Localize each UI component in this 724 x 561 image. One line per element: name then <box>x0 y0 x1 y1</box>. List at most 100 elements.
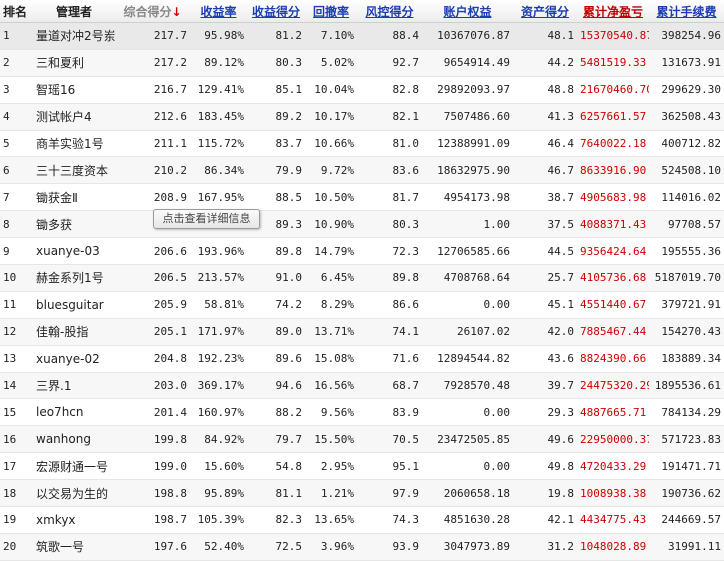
cell-equity: 3047973.89 <box>422 533 513 561</box>
cell-return-score: 74.2 <box>247 291 305 319</box>
cell-drawdown: 8.29% <box>305 291 357 319</box>
header-return-rate[interactable]: 收益率 <box>190 0 247 23</box>
cell-manager[interactable]: bluesguitar <box>33 291 115 319</box>
cell-manager[interactable]: 三十三度资本 <box>33 156 115 185</box>
cell-drawdown: 2.95% <box>305 452 357 481</box>
cell-return-rate: 192.23% <box>190 345 247 373</box>
cell-score: 217.7 <box>115 22 190 50</box>
table-row[interactable]: 13 xuanye-02 204.8 192.23% 89.6 15.08% 71.6 128… <box>0 345 724 373</box>
cell-cum-pnl: 5481519.33 <box>577 49 649 77</box>
cell-asset-score: 48.1 <box>513 22 577 50</box>
cell-equity: 18632975.90 <box>422 156 513 185</box>
table-row[interactable]: 7 锄获金Ⅱ 208.9 167.95% 88.5 10.50% 81.7 4954173.9… <box>0 183 724 212</box>
table-row[interactable]: 14 三界.1 203.0 369.17% 94.6 16.56% 68.7 7928570.… <box>0 372 724 400</box>
cell-risk-score: 81.7 <box>357 183 422 212</box>
cell-cum-fee: 398254.96 <box>649 22 724 50</box>
table-row[interactable]: 20 筑歌一号 197.6 52.40% 72.5 3.96% 93.9 3047973.89… <box>0 533 724 561</box>
table-row[interactable]: 15 leo7hcn 201.4 160.97% 88.2 9.56% 83.9 0.00 29… <box>0 398 724 427</box>
cell-manager[interactable]: xuanye-03 <box>33 237 115 266</box>
table-row[interactable]: 16 wanhong 199.8 84.92% 79.7 15.50% 70.5 234725… <box>0 425 724 454</box>
cell-manager[interactable]: 宏源财通一号 <box>33 452 115 481</box>
cell-rank: 9 <box>0 237 33 266</box>
cell-manager[interactable]: 赫金系列1号 <box>33 264 115 292</box>
cell-cum-fee: 400712.82 <box>649 130 724 158</box>
cell-manager[interactable]: leo7hcn <box>33 398 115 427</box>
cell-risk-score: 80.3 <box>357 210 422 239</box>
cell-equity: 9654914.49 <box>422 49 513 77</box>
header-cum-fee[interactable]: 累计手续费 <box>649 0 724 23</box>
cell-manager[interactable]: wanhong <box>33 425 115 454</box>
cell-return-rate: 86.34% <box>190 156 247 185</box>
cell-return-rate: 52.40% <box>190 533 247 561</box>
cell-manager[interactable]: 三界.1 <box>33 372 115 400</box>
table-row[interactable]: 2 三和夏利 217.2 89.12% 80.3 5.02% 92.7 9654914.49 4… <box>0 49 724 77</box>
cell-drawdown: 9.72% <box>305 156 357 185</box>
cell-cum-fee: 524508.10 <box>649 156 724 185</box>
table-row[interactable]: 10 赫金系列1号 206.5 213.57% 91.0 6.45% 89.8 4708768… <box>0 264 724 292</box>
table-row[interactable]: 1 量道对冲2号岽 217.7 95.98% 81.2 7.10% 88.4 10367076… <box>0 22 724 50</box>
header-equity[interactable]: 账户权益 <box>422 0 513 23</box>
cell-manager[interactable]: 量道对冲2号岽 <box>33 22 115 50</box>
cell-manager[interactable]: 锄获金Ⅱ <box>33 183 115 212</box>
cell-cum-pnl: 4905683.98 <box>577 183 649 212</box>
header-return-score[interactable]: 收益得分 <box>247 0 305 23</box>
cell-manager[interactable]: xmkyx <box>33 506 115 534</box>
header-asset-score[interactable]: 资产得分 <box>513 0 577 23</box>
cell-drawdown: 15.50% <box>305 425 357 454</box>
cell-rank: 14 <box>0 372 33 400</box>
table-row[interactable]: 3 智瑶16 216.7 129.41% 85.1 10.04% 82.8 29892093.… <box>0 76 724 104</box>
table-row[interactable]: 12 佳翰-股指 205.1 171.97% 89.0 13.71% 74.1 26107.0… <box>0 318 724 346</box>
table-row[interactable]: 11 bluesguitar 205.9 58.81% 74.2 8.29% 86.6 0.0… <box>0 291 724 319</box>
table-row[interactable]: 17 宏源财通一号 199.0 15.60% 54.8 2.95% 95.1 0.00 49.8… <box>0 452 724 481</box>
cell-equity: 7507486.60 <box>422 103 513 131</box>
cell-manager[interactable]: 佳翰-股指 <box>33 318 115 346</box>
cell-rank: 7 <box>0 183 33 212</box>
cell-equity: 4954173.98 <box>422 183 513 212</box>
cell-equity: 7928570.48 <box>422 372 513 400</box>
cell-manager[interactable]: 以交易为生的 <box>33 479 115 508</box>
cell-return-rate: 105.39% <box>190 506 247 534</box>
table-row[interactable]: 6 三十三度资本 210.2 86.34% 79.9 9.72% 83.6 18632975.… <box>0 156 724 185</box>
cell-risk-score: 89.8 <box>357 264 422 292</box>
table-row[interactable]: 9 xuanye-03 206.6 193.96% 89.8 14.79% 72.3 1270… <box>0 237 724 266</box>
cell-return-rate: 369.17% <box>190 372 247 400</box>
table-row[interactable]: 18 以交易为生的 198.8 95.89% 81.1 1.21% 97.9 2060658.… <box>0 479 724 508</box>
cell-cum-pnl: 4720433.29 <box>577 452 649 481</box>
cell-return-rate: 167.95% <box>190 183 247 212</box>
cell-manager[interactable]: 商羊实验1号 <box>33 130 115 158</box>
header-rank: 排名 <box>0 0 33 23</box>
cell-asset-score: 39.7 <box>513 372 577 400</box>
cell-drawdown: 13.71% <box>305 318 357 346</box>
cell-manager[interactable]: 智瑶16 <box>33 76 115 104</box>
header-cum-pnl[interactable]: 累计净盈亏 <box>577 0 649 23</box>
cell-cum-fee: 97708.57 <box>649 210 724 239</box>
cell-cum-fee: 379721.91 <box>649 291 724 319</box>
cell-risk-score: 68.7 <box>357 372 422 400</box>
table-row[interactable]: 4 测试帐户4 212.6 183.45% 89.2 10.17% 82.1 7507486.… <box>0 103 724 131</box>
cell-asset-score: 42.1 <box>513 506 577 534</box>
cell-cum-fee: 784134.29 <box>649 398 724 427</box>
cell-risk-score: 74.3 <box>357 506 422 534</box>
cell-cum-fee: 183889.34 <box>649 345 724 373</box>
cell-drawdown: 5.02% <box>305 49 357 77</box>
cell-manager[interactable]: 测试帐户4 <box>33 103 115 131</box>
table-row[interactable]: 19 xmkyx 198.7 105.39% 82.3 13.65% 74.3 4851630… <box>0 506 724 534</box>
cell-manager[interactable]: 筑歌一号 <box>33 533 115 561</box>
cell-risk-score: 92.7 <box>357 49 422 77</box>
cell-risk-score: 83.6 <box>357 156 422 185</box>
cell-cum-pnl: 4887665.71 <box>577 398 649 427</box>
cell-return-rate: 15.60% <box>190 452 247 481</box>
cell-manager[interactable]: xuanye-02 <box>33 345 115 373</box>
cell-equity: 26107.02 <box>422 318 513 346</box>
cell-return-score: 91.0 <box>247 264 305 292</box>
cell-manager[interactable]: 三和夏利 <box>33 49 115 77</box>
cell-score: 205.9 <box>115 291 190 319</box>
table-row[interactable]: 8 锄多获 89.3 10.90% 80.3 1.00 37.5 4088371.43 9770… <box>0 210 724 239</box>
header-score[interactable]: 综合得分↓ <box>115 0 190 23</box>
header-risk-score[interactable]: 风控得分 <box>357 0 422 23</box>
cell-cum-fee: 190736.62 <box>649 479 724 508</box>
cell-risk-score: 82.8 <box>357 76 422 104</box>
cell-manager[interactable]: 锄多获 <box>33 210 115 239</box>
header-drawdown[interactable]: 回撤率 <box>305 0 357 23</box>
table-row[interactable]: 5 商羊实验1号 211.1 115.72% 83.7 10.66% 81.0 1238899… <box>0 130 724 158</box>
